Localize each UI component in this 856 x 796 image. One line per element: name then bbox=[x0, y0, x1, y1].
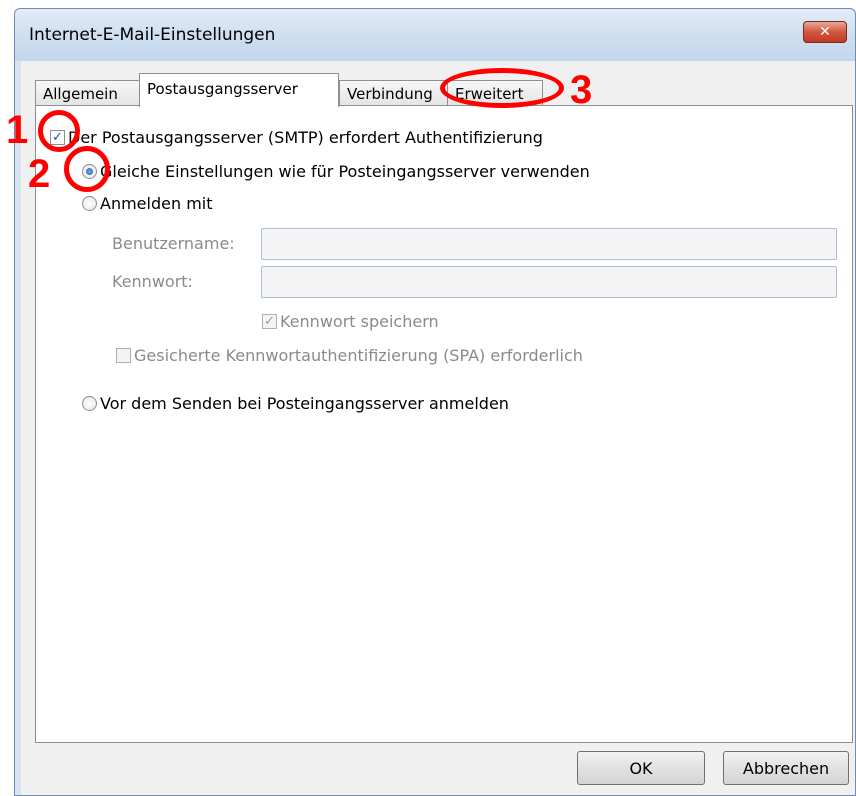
cancel-button[interactable]: Abbrechen bbox=[723, 751, 849, 785]
username-label: Benutzername: bbox=[112, 234, 235, 253]
password-input[interactable] bbox=[261, 266, 837, 298]
title-bar[interactable]: Internet-E-Mail-Einstellungen ✕ bbox=[15, 9, 855, 61]
login-with-radio-row[interactable]: Anmelden mit bbox=[82, 194, 213, 213]
ok-label: OK bbox=[629, 758, 653, 778]
annotation-number-3: 3 bbox=[570, 68, 593, 112]
spa-label: Gesicherte Kennwortauthentifizierung (SP… bbox=[134, 346, 583, 365]
annotation-circle-1 bbox=[38, 110, 80, 152]
login-with-label: Anmelden mit bbox=[100, 194, 213, 213]
login-before-send-radio-row[interactable]: Vor dem Senden bei Posteingangsserver an… bbox=[82, 394, 509, 413]
cancel-label: Abbrechen bbox=[742, 758, 830, 778]
tab-label: Verbindung bbox=[347, 85, 433, 103]
smtp-auth-checkbox-row[interactable]: ✓ Der Postausgangsserver (SMTP) erforder… bbox=[50, 128, 543, 147]
save-password-checkbox-row[interactable]: ✓ Kennwort speichern bbox=[262, 312, 439, 331]
same-settings-radio-row[interactable]: Gleiche Einstellungen wie für Posteingan… bbox=[82, 162, 590, 181]
close-button[interactable]: ✕ bbox=[803, 21, 847, 43]
spa-checkbox-row[interactable]: Gesicherte Kennwortauthentifizierung (SP… bbox=[116, 346, 583, 365]
same-settings-label: Gleiche Einstellungen wie für Posteingan… bbox=[100, 162, 590, 181]
window-title: Internet-E-Mail-Einstellungen bbox=[29, 25, 276, 45]
annotation-number-2: 2 bbox=[28, 152, 51, 196]
password-label: Kennwort: bbox=[112, 272, 193, 291]
login-before-send-radio[interactable] bbox=[82, 396, 97, 411]
login-before-send-label: Vor dem Senden bei Posteingangsserver an… bbox=[100, 394, 509, 413]
annotation-circle-3 bbox=[440, 68, 564, 108]
save-password-label: Kennwort speichern bbox=[280, 312, 439, 331]
tab-allgemein[interactable]: Allgemein bbox=[35, 80, 141, 107]
ok-button[interactable]: OK bbox=[577, 751, 705, 785]
tab-postausgangsserver[interactable]: Postausgangsserver bbox=[139, 73, 339, 107]
tab-label: Allgemein bbox=[43, 85, 118, 103]
login-with-radio[interactable] bbox=[82, 196, 97, 211]
annotation-circle-2 bbox=[64, 146, 110, 192]
tab-panel-postausgangsserver: ✓ Der Postausgangsserver (SMTP) erforder… bbox=[35, 105, 853, 743]
dialog-window: Internet-E-Mail-Einstellungen ✕ Allgemei… bbox=[14, 8, 856, 796]
save-password-checkbox[interactable]: ✓ bbox=[262, 314, 277, 329]
close-icon: ✕ bbox=[819, 24, 831, 40]
tab-verbindung[interactable]: Verbindung bbox=[339, 80, 449, 107]
password-label-text: Kennwort: bbox=[112, 272, 193, 291]
username-label-text: Benutzername: bbox=[112, 234, 235, 253]
smtp-auth-label: Der Postausgangsserver (SMTP) erfordert … bbox=[68, 128, 543, 147]
username-input[interactable] bbox=[261, 228, 837, 260]
dialog-client-area: Allgemein Postausgangsserver Verbindung … bbox=[21, 61, 855, 795]
tab-label: Postausgangsserver bbox=[147, 80, 298, 98]
annotation-number-1: 1 bbox=[6, 108, 29, 152]
spa-checkbox[interactable] bbox=[116, 348, 131, 363]
